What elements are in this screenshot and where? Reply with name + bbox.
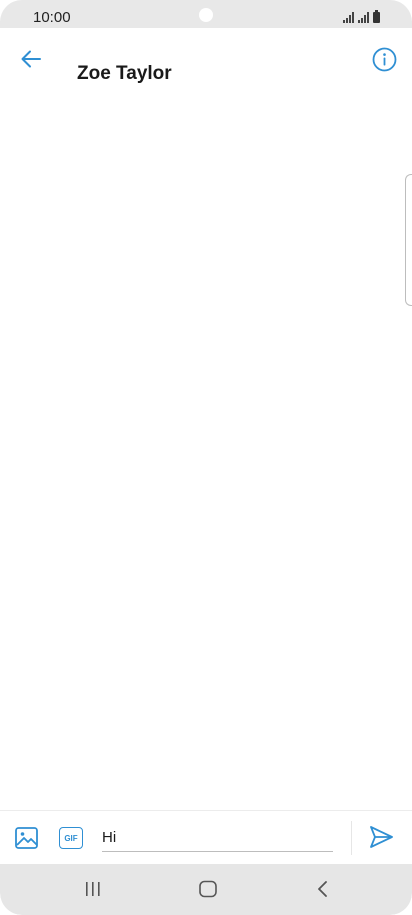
home-button[interactable] <box>196 878 220 900</box>
message-list[interactable] <box>0 112 412 810</box>
signal-icon <box>343 12 354 23</box>
nav-back-button[interactable] <box>311 878 335 900</box>
message-input[interactable] <box>102 823 333 852</box>
composer-divider <box>351 821 352 855</box>
contact-name: Zoe Taylor <box>77 63 172 84</box>
attach-image-button[interactable] <box>14 825 40 851</box>
status-bar: 10:00 <box>0 0 412 28</box>
edge-panel-handle[interactable] <box>405 174 412 306</box>
battery-icon <box>373 10 380 23</box>
image-icon <box>15 827 38 849</box>
arrow-left-icon <box>21 50 41 68</box>
gif-button[interactable]: GIF <box>59 827 83 849</box>
recents-icon <box>86 882 100 896</box>
info-icon <box>372 47 396 71</box>
system-nav-bar <box>0 864 412 915</box>
message-composer: GIF <box>0 810 412 865</box>
status-icons <box>343 10 380 23</box>
signal-icon-2 <box>358 12 369 23</box>
back-chevron-icon <box>318 881 327 897</box>
gif-label: GIF <box>64 833 78 843</box>
conversation-header: Zoe Taylor <box>0 28 412 113</box>
recents-button[interactable] <box>81 878 105 900</box>
home-icon <box>199 880 217 898</box>
back-button[interactable] <box>14 44 48 74</box>
status-time: 10:00 <box>33 9 71 26</box>
phone-screen: 10:00 Zoe Taylor GIF Hi <box>0 0 412 915</box>
send-icon <box>370 826 393 848</box>
send-button[interactable] <box>368 824 394 850</box>
camera-cutout <box>199 8 213 22</box>
info-button[interactable] <box>370 45 398 73</box>
